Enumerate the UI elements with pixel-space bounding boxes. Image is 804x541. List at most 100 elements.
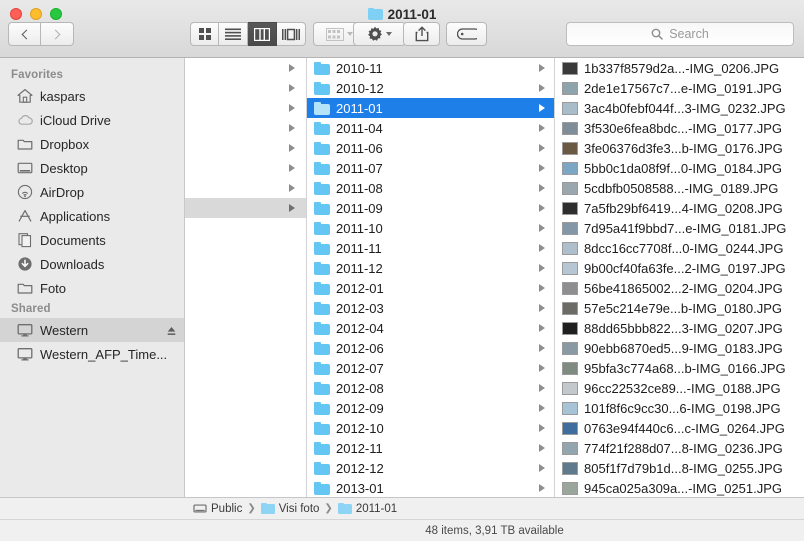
folder-row[interactable]: 2012-03 [307,298,554,318]
file-row[interactable]: 56be41865002...2-IMG_0204.JPG [555,278,804,298]
disclosure-arrow-icon[interactable] [539,344,548,352]
folder-row[interactable]: 2012-12 [307,458,554,478]
file-row[interactable]: 774f21f288d07...8-IMG_0236.JPG [555,438,804,458]
disclosure-arrow-icon[interactable] [539,364,548,372]
folder-row[interactable]: 2011-12 [307,258,554,278]
file-row[interactable]: 0763e94f440c6...c-IMG_0264.JPG [555,418,804,438]
sidebar-item-dropbox[interactable]: Dropbox [0,132,184,156]
folder-row[interactable]: 2011-10 [307,218,554,238]
disclosure-arrow-icon[interactable] [539,204,548,212]
disclosure-arrow-icon[interactable] [539,144,548,152]
folder-row[interactable]: 2012-09 [307,398,554,418]
zoom-button[interactable] [50,8,62,20]
sidebar-item-airdrop[interactable]: AirDrop [0,180,184,204]
disclosure-arrow-icon[interactable] [539,324,548,332]
file-row[interactable]: 7d95a41f9bbd7...e-IMG_0181.JPG [555,218,804,238]
parent-column[interactable] [185,58,307,497]
disclosure-arrow-icon[interactable] [539,444,548,452]
icon-view-button[interactable] [190,22,219,46]
folder-row[interactable]: 2011-09 [307,198,554,218]
disclosure-arrow-icon[interactable] [289,104,298,112]
folder-row[interactable]: 2011-06 [307,138,554,158]
breadcrumb[interactable]: 2011-01 [337,502,397,515]
disclosure-arrow-icon[interactable] [289,124,298,132]
disclosure-arrow-icon[interactable] [539,104,548,112]
disclosure-arrow-icon[interactable] [539,304,548,312]
disclosure-arrow-icon[interactable] [539,264,548,272]
tag-button[interactable] [446,22,487,46]
close-button[interactable] [10,8,22,20]
disclosure-arrow-icon[interactable] [289,64,298,72]
file-row[interactable]: 95bfa3c774a68...b-IMG_0166.JPG [555,358,804,378]
breadcrumb[interactable]: Public [193,503,242,515]
folder-row[interactable]: 2012-01 [307,278,554,298]
sidebar-item-documents[interactable]: Documents [0,228,184,252]
disclosure-arrow-icon[interactable] [539,184,548,192]
list-item[interactable] [185,198,306,218]
folder-row[interactable]: 2011-04 [307,118,554,138]
disclosure-arrow-icon[interactable] [539,464,548,472]
disclosure-arrow-icon[interactable] [289,84,298,92]
disclosure-arrow-icon[interactable] [289,164,298,172]
file-row[interactable]: 96cc22532ce89...-IMG_0188.JPG [555,378,804,398]
disclosure-arrow-icon[interactable] [539,244,548,252]
file-row[interactable]: 57e5c214e79e...b-IMG_0180.JPG [555,298,804,318]
folder-row[interactable]: 2011-11 [307,238,554,258]
disclosure-arrow-icon[interactable] [289,204,298,212]
disclosure-arrow-icon[interactable] [539,84,548,92]
disclosure-arrow-icon[interactable] [539,424,548,432]
column-view-button[interactable] [248,22,277,46]
folder-row[interactable]: 2011-08 [307,178,554,198]
list-item[interactable] [185,178,306,198]
file-row[interactable]: 90ebb6870ed5...9-IMG_0183.JPG [555,338,804,358]
list-item[interactable] [185,58,306,78]
coverflow-view-button[interactable] [277,22,306,46]
disclosure-arrow-icon[interactable] [539,484,548,492]
file-row[interactable]: 5bb0c1da08f9f...0-IMG_0184.JPG [555,158,804,178]
breadcrumb[interactable]: Visi foto [260,502,319,515]
disclosure-arrow-icon[interactable] [539,404,548,412]
folder-row[interactable]: 2011-07 [307,158,554,178]
files-column[interactable]: 1b337f8579d2a...-IMG_0206.JPG 2de1e17567c… [555,58,804,497]
folder-row[interactable]: 2012-10 [307,418,554,438]
sidebar-item-applications[interactable]: Applications [0,204,184,228]
disclosure-arrow-icon[interactable] [539,64,548,72]
disclosure-arrow-icon[interactable] [539,284,548,292]
sidebar-item-western[interactable]: Western [0,318,184,342]
folder-row[interactable]: 2012-07 [307,358,554,378]
disclosure-arrow-icon[interactable] [539,164,548,172]
list-item[interactable] [185,118,306,138]
list-item[interactable] [185,78,306,98]
search-input[interactable]: Search [566,22,794,46]
share-button[interactable] [403,22,440,46]
file-row[interactable]: 3fe06376d3fe3...b-IMG_0176.JPG [555,138,804,158]
file-row[interactable]: 5cdbfb0508588...-IMG_0189.JPG [555,178,804,198]
disclosure-arrow-icon[interactable] [539,384,548,392]
sidebar-item-icloud-drive[interactable]: iCloud Drive [0,108,184,132]
file-row[interactable]: 101f8f6c9cc30...6-IMG_0198.JPG [555,398,804,418]
folder-row[interactable]: 2012-04 [307,318,554,338]
folder-row[interactable]: 2012-08 [307,378,554,398]
disclosure-arrow-icon[interactable] [539,124,548,132]
folders-column[interactable]: 2010-11 2010-12 2011-01 2011-04 2011-06 2011-… [307,58,555,497]
disclosure-arrow-icon[interactable] [539,224,548,232]
file-row[interactable]: 8dcc16cc7708f...0-IMG_0244.JPG [555,238,804,258]
sidebar-item-western-afp-time[interactable]: Western_AFP_Time... [0,342,184,366]
eject-icon[interactable] [167,325,176,336]
folder-row[interactable]: 2012-11 [307,438,554,458]
file-row[interactable]: 3ac4b0febf044f...3-IMG_0232.JPG [555,98,804,118]
back-button[interactable] [8,22,41,46]
disclosure-arrow-icon[interactable] [289,184,298,192]
file-row[interactable]: 88dd65bbb822...3-IMG_0207.JPG [555,318,804,338]
sidebar-item-kaspars[interactable]: kaspars [0,84,184,108]
minimize-button[interactable] [30,8,42,20]
folder-row[interactable]: 2010-11 [307,58,554,78]
file-row[interactable]: 945ca025a309a...-IMG_0251.JPG [555,478,804,497]
folder-row[interactable]: 2013-01 [307,478,554,497]
file-row[interactable]: 1b337f8579d2a...-IMG_0206.JPG [555,58,804,78]
folder-row[interactable]: 2010-12 [307,78,554,98]
folder-row[interactable]: 2012-06 [307,338,554,358]
list-item[interactable] [185,138,306,158]
file-row[interactable]: 805f1f7d79b1d...8-IMG_0255.JPG [555,458,804,478]
folder-row[interactable]: 2011-01 [307,98,554,118]
